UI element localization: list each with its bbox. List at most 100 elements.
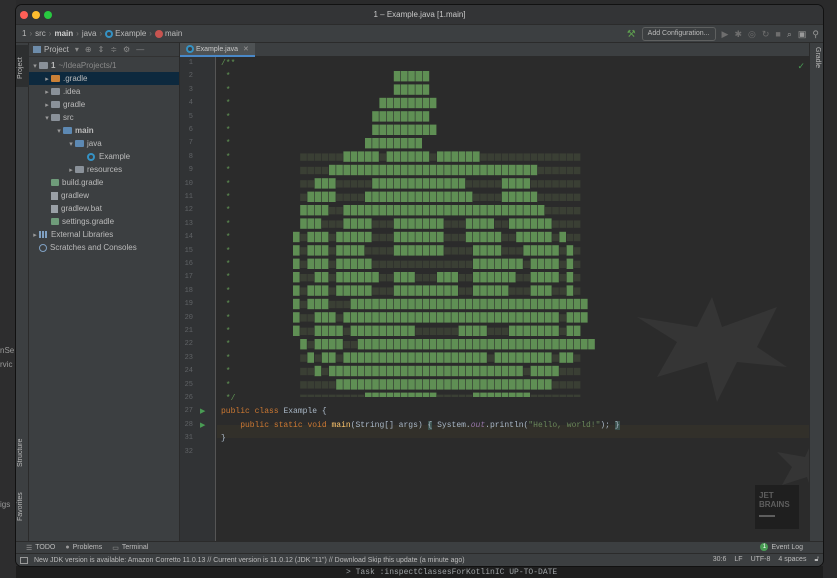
problems-tool-button[interactable]: ● Problems [65,544,102,551]
gear-icon[interactable]: ⚙ [123,45,130,54]
profile-icon[interactable]: ↻ [762,29,770,40]
gradle-tool-tab[interactable]: Gradle [814,47,821,68]
project-tool-tab[interactable]: Project [16,45,29,87]
breadcrumb-project[interactable]: 1 [22,29,26,38]
event-log-button[interactable]: 1 Event Log [760,543,803,551]
pumpkin-pixel [350,164,358,176]
pumpkin-pixel [437,272,444,283]
line-separator[interactable]: LF [734,556,742,564]
tree-item-example[interactable]: Example [29,150,179,163]
pumpkin-pixel [429,285,437,296]
code-area[interactable]: /** * * * * * * * * * * * * * * * * * * … [217,57,809,541]
tree-item-label: build.gradle [62,178,104,187]
chevron-down-icon[interactable]: ▾ [31,62,39,70]
run-gutter-icon[interactable]: ▶ [200,421,205,429]
pumpkin-shade [350,394,358,397]
tab-example-java[interactable]: Example.java ✕ [180,43,255,57]
search-everywhere-icon[interactable]: ⚲ [812,29,819,40]
debug-icon[interactable]: ✱ [734,29,742,40]
code-token: System. [437,420,471,430]
tree-item-main[interactable]: ▾ main [29,124,179,137]
pumpkin-pixel [516,231,523,243]
pumpkin-pixel [552,298,559,310]
tree-item-gradle-hidden[interactable]: ▸ .gradle [29,72,179,85]
pumpkin-pixel [365,392,372,397]
pumpkin-pixel [523,298,530,310]
favorites-tool-tab[interactable]: Favorites [17,492,24,521]
structure-tool-tab[interactable]: Structure [17,439,24,467]
code-token: /** [221,59,236,68]
pumpkin-pixel [552,312,559,323]
project-view-dropdown[interactable]: Project [44,45,69,54]
chevron-down-icon[interactable]: ▾ [67,140,75,148]
pumpkin-shade [559,153,566,161]
pumpkin-pixel [300,218,307,229]
chevron-right-icon[interactable]: ▸ [43,75,51,83]
tree-item-resources[interactable]: ▸ resources [29,163,179,176]
run-gutter-icon[interactable]: ▶ [200,407,205,415]
tree-item-gradle[interactable]: ▸ gradle [29,98,179,111]
pumpkin-pixel [473,218,480,229]
build-hammer-icon[interactable]: ⚒ [627,29,636,40]
coverage-icon[interactable]: ◎ [748,29,756,40]
pumpkin-pixel [530,272,538,283]
breadcrumb-example[interactable]: Example [115,29,146,38]
tree-item-root[interactable]: ▾ 1 ~/IdeaProjects/1 [29,59,179,72]
status-message[interactable]: New JDK version is available: Amazon Cor… [34,557,465,564]
breadcrumb-method[interactable]: main [165,29,182,38]
breadcrumb-java[interactable]: java [82,29,97,38]
pumpkin-shade [573,394,581,397]
todo-tool-button[interactable]: ☰ TODO [26,544,55,552]
chevron-right-icon[interactable]: ▸ [43,101,51,109]
gradle-file-icon [51,179,59,186]
pumpkin-shade [300,354,307,362]
pumpkin-pixel [465,379,473,390]
breadcrumb-src[interactable]: src [35,29,46,38]
run-icon[interactable]: ▶ [722,29,729,40]
pumpkin-pixel [480,285,487,296]
pumpkin-pixel [408,151,415,162]
jetbrains-logo-text: JET [759,491,774,500]
terminal-tool-button[interactable]: ▭ Terminal [112,544,148,552]
add-configuration-button[interactable]: Add Configuration... [641,27,716,41]
hide-panel-icon[interactable]: — [136,45,144,54]
tree-item-scratches[interactable]: Scratches and Consoles [29,241,179,254]
chevron-right-icon[interactable]: ▸ [43,88,51,96]
chevron-down-icon[interactable]: ▾ [55,127,63,135]
breadcrumb-main[interactable]: main [54,29,73,38]
chevron-right-icon: › [29,29,33,38]
tree-item-settings-gradle[interactable]: settings.gradle [29,215,179,228]
search-icon[interactable]: ⌕ [787,29,792,40]
line-number: 20 [184,313,193,322]
tree-item-build-gradle[interactable]: build.gradle [29,176,179,189]
toggle-tool-windows-icon[interactable] [20,556,28,564]
close-icon[interactable]: ✕ [243,45,249,53]
indent-setting[interactable]: 4 spaces [778,556,806,564]
tree-item-src[interactable]: ▾ src [29,111,179,124]
tree-item-java[interactable]: ▾ java [29,137,179,150]
collapse-all-icon[interactable]: ⇕ [98,45,105,54]
tree-item-idea[interactable]: ▸ .idea [29,85,179,98]
layout-icon[interactable]: ▣ [798,29,807,40]
chevron-down-icon[interactable]: ▾ [75,45,79,54]
pumpkin-pixel [437,312,444,323]
tree-item-gradlew[interactable]: gradlew [29,189,179,202]
pumpkin-pixel [444,298,451,310]
file-encoding[interactable]: UTF-8 [751,556,771,564]
pumpkin-pixel [473,298,480,310]
pumpkin-pixel [588,339,595,350]
tree-item-gradlew-bat[interactable]: gradlew.bat [29,202,179,215]
chevron-right-icon[interactable]: ▸ [67,166,75,174]
tree-item-external-libraries[interactable]: ▸ External Libraries [29,228,179,241]
chevron-down-icon[interactable]: ▾ [43,114,51,122]
pumpkin-pixel [437,245,444,256]
pumpkin-pixel [501,392,509,397]
pumpkin-pixel [537,352,545,363]
caret-position[interactable]: 30:6 [713,556,727,564]
locate-icon[interactable]: ⊕ [85,45,92,54]
chevron-right-icon[interactable]: ▸ [31,231,39,239]
lock-icon[interactable]: 🔓︎ [814,556,819,564]
stop-icon[interactable]: ■ [775,29,780,39]
expand-icon[interactable]: ≑ [110,45,117,54]
pumpkin-pixel [559,339,566,350]
